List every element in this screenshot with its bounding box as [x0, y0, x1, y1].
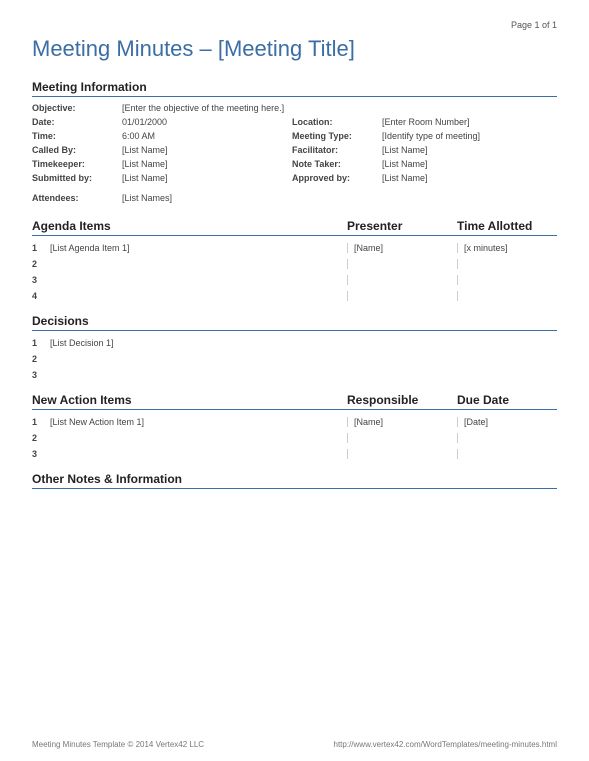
info-label: Submitted by:: [32, 173, 122, 183]
info-row: Date: 01/01/2000 Location: [Enter Room N…: [32, 115, 557, 129]
column-header: Due Date: [457, 393, 557, 407]
row-due: [Date]: [457, 417, 557, 427]
info-label: Meeting Type:: [292, 131, 382, 141]
row-time: [457, 259, 557, 269]
info-value: [List Name]: [382, 173, 557, 183]
info-label: Time:: [32, 131, 122, 141]
row-responsible: [347, 433, 457, 443]
row-number: 1: [32, 417, 50, 427]
info-label: Facilitator:: [292, 145, 382, 155]
info-row: Attendees: [List Names]: [32, 191, 557, 205]
row-responsible: [Name]: [347, 417, 457, 427]
info-value: [List Name]: [122, 145, 292, 155]
table-row: 2: [32, 351, 557, 367]
row-due: [457, 433, 557, 443]
info-value: [List Name]: [382, 159, 557, 169]
row-desc: [50, 433, 353, 443]
row-number: 2: [32, 354, 50, 364]
row-presenter: [347, 259, 457, 269]
row-time: [457, 275, 557, 285]
heading-text: Other Notes & Information: [32, 472, 557, 486]
info-label: Called By:: [32, 145, 122, 155]
row-desc: [List Agenda Item 1]: [50, 243, 353, 253]
info-value: 6:00 AM: [122, 131, 292, 141]
info-value: 01/01/2000: [122, 117, 292, 127]
row-responsible: [347, 449, 457, 459]
row-presenter: [347, 275, 457, 285]
table-row: 3: [32, 367, 557, 383]
heading-text: Agenda Items: [32, 219, 347, 233]
row-desc: [50, 259, 353, 269]
row-desc: [50, 370, 557, 380]
info-label: Approved by:: [292, 173, 382, 183]
row-number: 3: [32, 275, 50, 285]
decisions-table: 1 [List Decision 1] 2 3: [32, 335, 557, 383]
info-value: [List Names]: [122, 193, 292, 203]
row-desc: [List New Action Item 1]: [50, 417, 353, 427]
row-desc: [50, 291, 353, 301]
info-row: Timekeeper: [List Name] Note Taker: [Lis…: [32, 157, 557, 171]
info-value: [List Name]: [382, 145, 557, 155]
info-row: Called By: [List Name] Facilitator: [Lis…: [32, 143, 557, 157]
info-label: Timekeeper:: [32, 159, 122, 169]
info-value: [Identify type of meeting]: [382, 131, 557, 141]
info-row: Time: 6:00 AM Meeting Type: [Identify ty…: [32, 129, 557, 143]
info-value: [List Name]: [122, 173, 292, 183]
row-desc: [50, 275, 353, 285]
row-presenter: [Name]: [347, 243, 457, 253]
row-number: 3: [32, 370, 50, 380]
row-desc: [50, 449, 353, 459]
row-time: [457, 291, 557, 301]
footer-left: Meeting Minutes Template © 2014 Vertex42…: [32, 740, 204, 749]
info-label: Note Taker:: [292, 159, 382, 169]
section-heading-other: Other Notes & Information: [32, 472, 557, 489]
row-number: 3: [32, 449, 50, 459]
column-header: Responsible: [347, 393, 457, 407]
actions-table: 1 [List New Action Item 1] [Name] [Date]…: [32, 414, 557, 462]
heading-text: New Action Items: [32, 393, 347, 407]
table-row: 4: [32, 288, 557, 304]
table-row: 1 [List New Action Item 1] [Name] [Date]: [32, 414, 557, 430]
info-label: Date:: [32, 117, 122, 127]
row-time: [x minutes]: [457, 243, 557, 253]
table-row: 1 [List Decision 1]: [32, 335, 557, 351]
section-heading-agenda: Agenda Items Presenter Time Allotted: [32, 219, 557, 236]
info-label: Attendees:: [32, 193, 122, 203]
agenda-table: 1 [List Agenda Item 1] [Name] [x minutes…: [32, 240, 557, 304]
table-row: 3: [32, 446, 557, 462]
row-number: 4: [32, 291, 50, 301]
column-header: Time Allotted: [457, 219, 557, 233]
info-row: Submitted by: [List Name] Approved by: […: [32, 171, 557, 185]
row-number: 1: [32, 338, 50, 348]
heading-text: Decisions: [32, 314, 557, 328]
info-value: [List Name]: [122, 159, 292, 169]
info-row: Objective: [Enter the objective of the m…: [32, 101, 557, 115]
row-presenter: [347, 291, 457, 301]
table-row: 3: [32, 272, 557, 288]
footer: Meeting Minutes Template © 2014 Vertex42…: [32, 734, 557, 749]
section-heading-info: Meeting Information: [32, 80, 557, 97]
row-number: 1: [32, 243, 50, 253]
document-title: Meeting Minutes – [Meeting Title]: [32, 36, 557, 62]
info-label: Objective:: [32, 103, 122, 113]
row-desc: [List Decision 1]: [50, 338, 557, 348]
document-page: Page 1 of 1 Meeting Minutes – [Meeting T…: [0, 0, 589, 761]
row-due: [457, 449, 557, 459]
section-heading-decisions: Decisions: [32, 314, 557, 331]
footer-right: http://www.vertex42.com/WordTemplates/me…: [334, 740, 558, 749]
table-row: 2: [32, 256, 557, 272]
heading-text: Meeting Information: [32, 80, 557, 94]
row-number: 2: [32, 433, 50, 443]
table-row: 1 [List Agenda Item 1] [Name] [x minutes…: [32, 240, 557, 256]
info-value: [Enter the objective of the meeting here…: [122, 103, 557, 113]
row-desc: [50, 354, 557, 364]
table-row: 2: [32, 430, 557, 446]
section-heading-actions: New Action Items Responsible Due Date: [32, 393, 557, 410]
column-header: Presenter: [347, 219, 457, 233]
info-label: Location:: [292, 117, 382, 127]
page-number: Page 1 of 1: [32, 20, 557, 30]
info-value: [Enter Room Number]: [382, 117, 557, 127]
row-number: 2: [32, 259, 50, 269]
info-table: Objective: [Enter the objective of the m…: [32, 101, 557, 205]
